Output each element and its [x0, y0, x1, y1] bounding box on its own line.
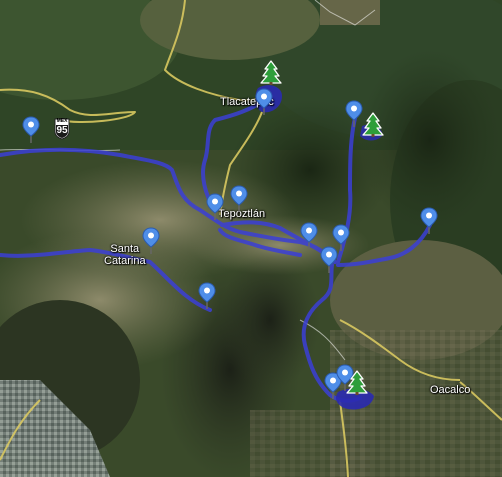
map-pin-icon[interactable]: [300, 222, 318, 250]
label-santa-catarina: Santa Catarina: [104, 243, 146, 267]
map-pin-icon[interactable]: [345, 100, 363, 128]
route-line: [0, 147, 337, 264]
label-oacalco: Oacalco: [430, 384, 471, 396]
shield-number: 95: [56, 125, 68, 136]
map-view[interactable]: MEX 95 Tlacatepec Tepoztlán Santa Catari…: [0, 0, 502, 477]
tree-icon[interactable]: [362, 112, 384, 138]
map-pin-icon[interactable]: [198, 282, 216, 310]
tree-icon[interactable]: [260, 60, 282, 86]
routes-layer: [0, 85, 432, 410]
tree-icon[interactable]: [346, 370, 368, 396]
shield-country: MEX: [56, 118, 68, 124]
route-line: [336, 223, 432, 267]
map-pin-icon[interactable]: [206, 193, 224, 221]
map-pin-icon[interactable]: [22, 116, 40, 144]
map-pin-icon[interactable]: [255, 88, 273, 116]
map-pin-icon[interactable]: [420, 207, 438, 235]
map-pin-icon[interactable]: [230, 185, 248, 213]
map-pin-icon[interactable]: [320, 246, 338, 274]
map-pin-icon[interactable]: [142, 227, 160, 255]
highway-shield-icon: MEX 95: [54, 118, 70, 140]
